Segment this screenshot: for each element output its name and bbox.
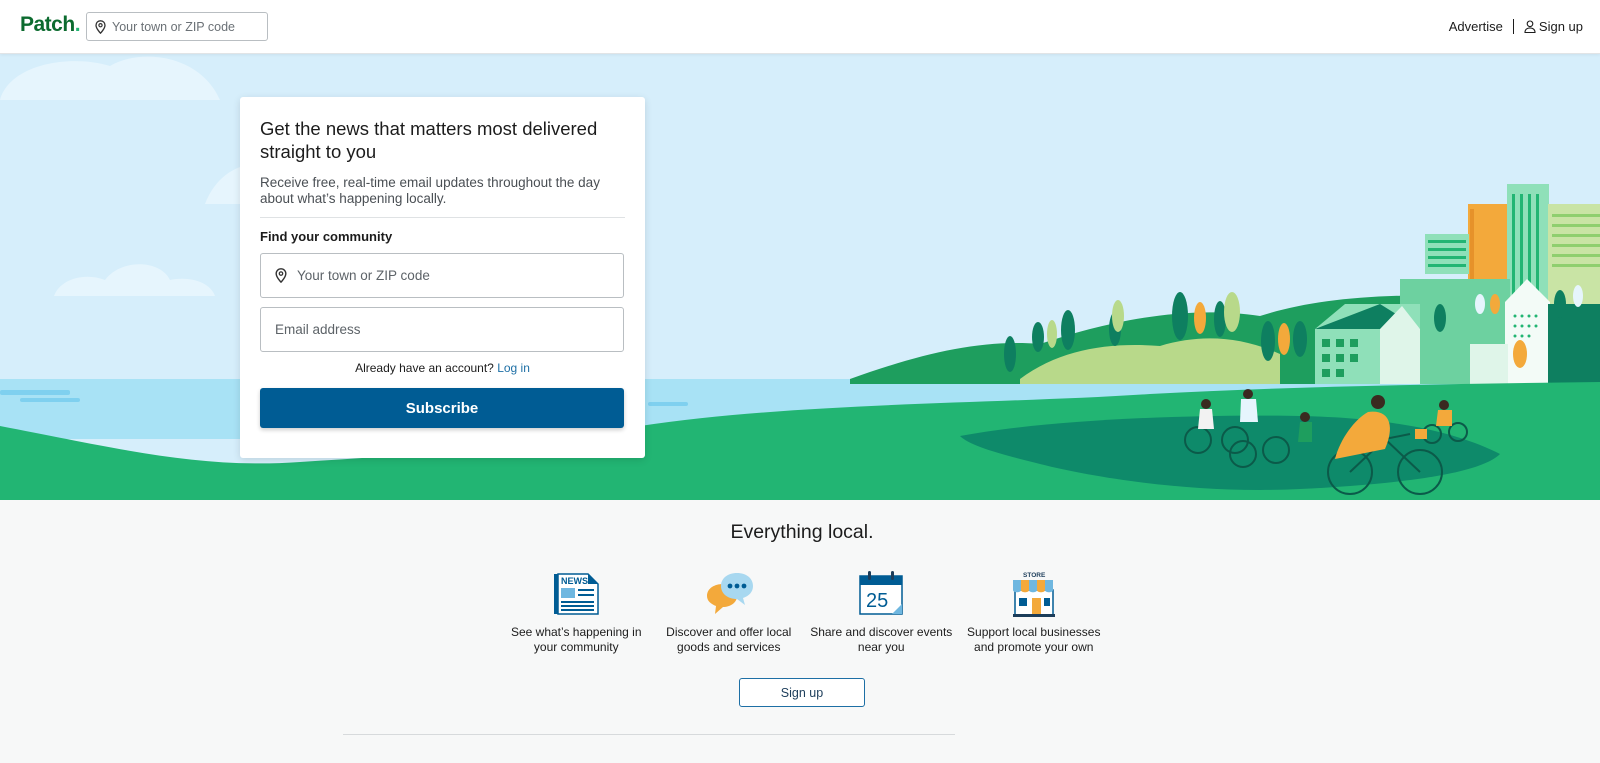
nav-separator xyxy=(1512,19,1514,34)
calendar-icon-text: 25 xyxy=(866,590,888,612)
footer-divider xyxy=(343,734,955,735)
store-icon: STORE xyxy=(1012,572,1055,617)
town-input[interactable] xyxy=(297,268,617,283)
subscribe-card: Get the news that matters most delivered… xyxy=(240,97,645,458)
feature-item: NEWS See what’s happening in your commun… xyxy=(500,570,653,654)
feature-list: NEWS See what’s happening in your commun… xyxy=(500,570,1110,654)
subscribe-description: Receive free, real-time email updates th… xyxy=(260,175,600,206)
feature-caption: Discover and offer local goods and servi… xyxy=(666,625,792,654)
town-field[interactable] xyxy=(260,253,624,298)
user-icon xyxy=(1524,20,1536,33)
advertise-link[interactable]: Advertise xyxy=(1449,19,1503,34)
subscribe-heading: Get the news that matters most delivered… xyxy=(260,118,598,162)
location-pin-icon xyxy=(95,19,106,34)
site-header: Patch. Advertise Sign up xyxy=(0,0,1600,54)
subscribe-button[interactable]: Subscribe xyxy=(260,388,624,428)
signup-button[interactable]: Sign up xyxy=(739,678,865,707)
chat-bubbles-icon xyxy=(706,573,753,614)
header-search-box[interactable] xyxy=(86,12,268,41)
store-icon-text: STORE xyxy=(1023,572,1046,579)
email-field[interactable] xyxy=(260,307,624,352)
section-title: Everything local. xyxy=(730,521,874,543)
login-prompt: Already have an account? Log in xyxy=(260,361,625,375)
account-prompt-text: Already have an account? xyxy=(355,361,494,375)
location-pin-icon xyxy=(275,268,287,283)
news-icon: NEWS xyxy=(554,573,599,615)
feature-caption: Support local businesses and promote you… xyxy=(967,625,1101,654)
header-search-input[interactable] xyxy=(112,19,262,34)
feature-item: 25 Share and discover events near you xyxy=(805,570,958,654)
login-link[interactable]: Log in xyxy=(497,361,530,375)
email-input[interactable] xyxy=(275,322,595,337)
header-nav: Advertise Sign up xyxy=(1449,19,1583,34)
patch-logo[interactable]: Patch. xyxy=(20,13,81,37)
card-divider xyxy=(260,217,625,218)
feature-caption: See what’s happening in your community xyxy=(510,625,642,654)
header-signup-link[interactable]: Sign up xyxy=(1524,19,1583,34)
header-signup-label: Sign up xyxy=(1538,19,1583,34)
feature-item: Discover and offer local goods and servi… xyxy=(653,570,806,654)
feature-caption: Share and discover events near you xyxy=(810,625,953,654)
calendar-icon: 25 xyxy=(859,571,903,615)
feature-item: STORE Support local businesses and promo… xyxy=(958,570,1111,654)
find-community-label: Find your community xyxy=(260,229,393,244)
news-icon-text: NEWS xyxy=(561,576,588,586)
